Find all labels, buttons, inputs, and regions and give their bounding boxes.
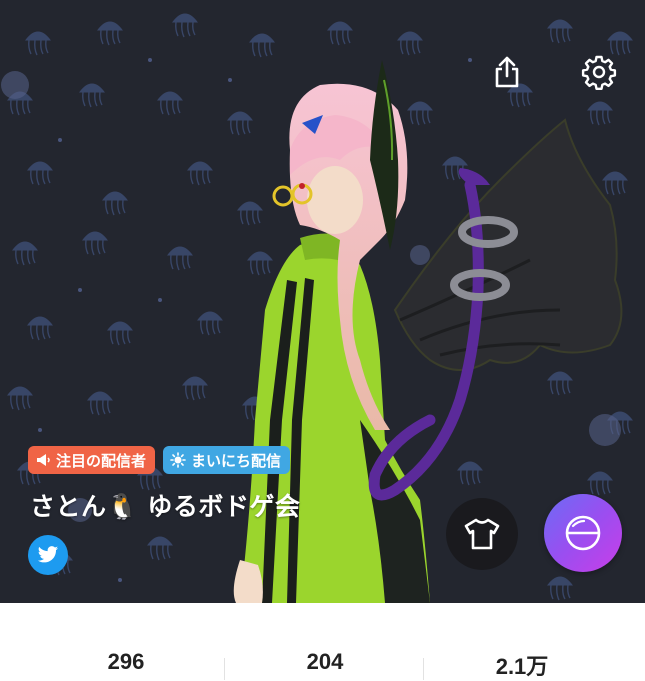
- stat-value-1[interactable]: 296: [56, 649, 196, 675]
- shirt-icon: [464, 518, 500, 550]
- profile-stats: 296 204 2.1万: [0, 603, 645, 680]
- sun-icon: [170, 452, 186, 468]
- badge-label: まいにち配信: [191, 451, 282, 470]
- featured-streamer-badge[interactable]: 注目の配信者: [28, 446, 156, 474]
- profile-name: さとん🐧 ゆるボドゲ会: [30, 492, 301, 521]
- stat-value-2[interactable]: 204: [255, 649, 395, 675]
- twitter-link-button[interactable]: [28, 535, 68, 575]
- gear-icon: [581, 55, 617, 90]
- twitter-icon: [37, 546, 59, 563]
- stat-divider: [423, 658, 424, 680]
- share-button[interactable]: [485, 50, 529, 94]
- daily-stream-badge[interactable]: まいにち配信: [163, 446, 291, 474]
- stat-divider: [224, 658, 225, 680]
- hero-toolbar: [485, 50, 621, 94]
- stat-value-3[interactable]: 2.1万: [452, 649, 592, 681]
- megaphone-icon: [35, 452, 51, 468]
- badge-label: 注目の配信者: [56, 451, 147, 470]
- badge-list: 注目の配信者 まいにち配信: [28, 446, 291, 474]
- settings-button[interactable]: [577, 50, 621, 94]
- orb-icon: [565, 515, 601, 551]
- avatar-orb-button[interactable]: [544, 494, 622, 572]
- share-icon: [495, 56, 519, 88]
- outfit-button[interactable]: [446, 498, 518, 570]
- profile-hero: 注目の配信者 まいにち配信 さとん🐧 ゆるボドゲ会: [0, 0, 645, 603]
